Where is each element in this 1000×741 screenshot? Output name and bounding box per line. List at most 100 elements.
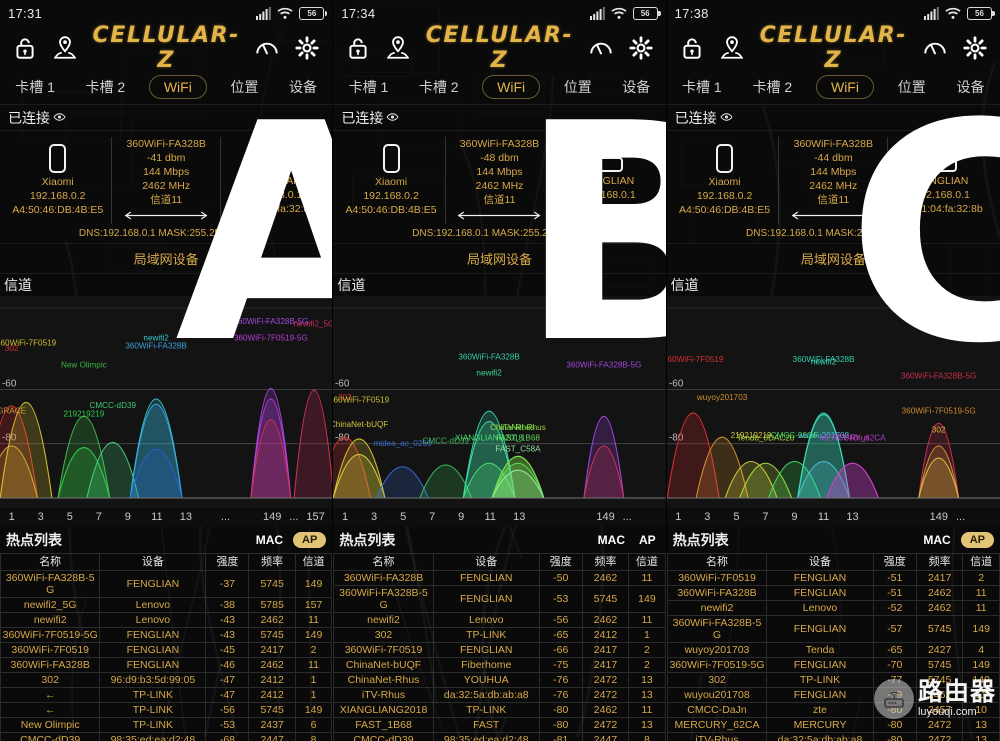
table-row[interactable]: 360WiFi-7F0519-5G FENGLIAN -70 5745 149 [666,657,1000,673]
channel-chart[interactable]: -60 -80 302 360WiFi-7F0519 ChinaNet-bUQF mide… [333,296,666,508]
table-row[interactable]: FAST_1B68 FAST -80 2472 13 [333,717,666,733]
tab-item-4[interactable]: 设备 [282,74,324,100]
table-row[interactable]: wuyou201708 FENGLIAN -79 2462 11 [666,687,1000,703]
tab-item-0[interactable]: 卡槽 1 [675,74,729,100]
tab-item-1[interactable]: 卡槽 2 [746,74,800,100]
lan-devices-button[interactable]: 局域网设备 [333,244,666,274]
tab-wifi[interactable]: WiFi [148,75,207,99]
cell-vendor: Lenovo [432,612,540,628]
table-row[interactable]: 360WiFi-FA328B FENGLIAN -46 2462 11 [0,657,333,673]
table-row[interactable]: 360WiFi-FA328B-5G FENGLIAN -53 5745 149 [333,585,666,613]
gauge-button[interactable] [588,35,614,61]
table-row[interactable]: 360WiFi-7F0519-5G FENGLIAN -43 5745 149 [0,627,333,643]
svg-text:219219219: 219219219 [64,409,105,418]
cell-rssi: -45 [205,642,250,658]
settings-button[interactable] [628,35,654,61]
table-row[interactable]: iTV-Rhus da:32:5a:db:ab:a8 -80 2472 13 [666,732,1000,741]
settings-button[interactable] [294,35,320,61]
x-tick-label: 5 [400,511,407,523]
tab-item-0[interactable]: 卡槽 1 [342,74,396,100]
table-row[interactable]: ChinaNet-Rhus YOUHUA -76 2472 13 [333,672,666,688]
table-row[interactable]: newifi2 Lenovo -52 2462 11 [666,600,1000,616]
table-row[interactable]: ← TP-LINK -47 2412 1 [0,687,333,703]
cell-ssid: 360WiFi-7F0519 [0,642,101,658]
tab-item-4[interactable]: 设备 [615,74,657,100]
tab-item-1[interactable]: 卡槽 2 [412,74,466,100]
channel-chart[interactable]: -60 -80 302 GRACE 360WiFi-7F0519 219219219 New… [0,296,333,508]
tab-wifi[interactable]: WiFi [482,75,541,99]
ap-toggle[interactable]: AP [635,531,660,549]
table-row[interactable]: 360WiFi-FA328B FENGLIAN -51 2462 11 [666,585,1000,601]
client-ip: 192.168.0.2 [363,190,419,202]
link-freq: 2462 MHz [142,180,191,192]
cell-freq: 2462 [581,702,630,718]
lock-button[interactable] [345,35,371,61]
ap-toggle[interactable]: AP [293,531,327,548]
cell-channel: 1 [294,672,333,688]
eye-toggle[interactable] [717,110,736,126]
table-row[interactable]: 302 TP-LINK -65 2412 1 [333,627,666,643]
table-row[interactable]: XIANGLIANG2018 TP-LINK -80 2462 11 [333,702,666,718]
table-row[interactable]: CMCC-dD39 98:35:ed:ea:d2:48 -81 2447 8 [333,732,666,741]
table-row[interactable]: CMCC-dD39 98:35:ed:ea:d2:48 -68 2447 8 [0,732,333,741]
tab-item-0[interactable]: 卡槽 1 [8,74,62,100]
map-pin-button[interactable] [719,35,745,61]
channel-chart[interactable]: -60 -80 360WiFi-7F0519 wuyoy201703 219219219… [666,296,1000,508]
tab-wifi[interactable]: WiFi [815,75,874,99]
eye-toggle[interactable] [50,110,69,126]
lock-button[interactable] [679,35,705,61]
table-row[interactable]: 302 96:d9:b3:5d:99:05 -47 2412 1 [0,672,333,688]
tab-item-4[interactable]: 设备 [950,74,992,100]
lan-devices-button[interactable]: 局域网设备 [666,244,1000,274]
lock-button[interactable] [12,35,38,61]
mac-toggle[interactable]: MAC [923,533,950,547]
connected-label: 已连接 [341,109,384,126]
table-row[interactable]: 360WiFi-7F0519 FENGLIAN -66 2417 2 [333,642,666,658]
cell-freq: 2462 [581,570,630,586]
map-pin-icon [387,36,410,59]
cell-rssi: -43 [205,627,250,643]
table-row[interactable]: 302 TP-LINK -77 5745 149 [666,672,1000,688]
tab-item-3[interactable]: 位置 [891,74,933,100]
eye-toggle[interactable] [383,110,402,126]
gauge-icon [256,42,279,55]
cell-vendor: TP-LINK [99,702,207,718]
table-row[interactable]: 360WiFi-FA328B-5G FENGLIAN -37 5745 149 [0,570,333,598]
th-name: 名称 [666,553,768,571]
table-row[interactable]: CMCC-DaJn zte -80 2457 10 [666,702,1000,718]
cell-ssid: CMCC-DaJn [666,702,768,718]
th-device: 设备 [432,553,540,571]
gauge-icon [589,42,612,55]
table-row[interactable]: 360WiFi-FA328B-5G FENGLIAN -57 5745 149 [666,615,1000,643]
mac-toggle[interactable]: MAC [256,533,283,547]
link-channel: 信道11 [150,194,183,206]
router-name: FENGLIAN [915,175,969,187]
tab-item-3[interactable]: 位置 [557,74,599,100]
map-pin-button[interactable] [52,35,78,61]
mac-toggle[interactable]: MAC [598,533,625,547]
tab-item-1[interactable]: 卡槽 2 [79,74,133,100]
table-row[interactable]: newifi2 Lenovo -56 2462 11 [333,612,666,628]
th-name: 名称 [333,553,434,571]
table-row[interactable]: 360WiFi-7F0519 FENGLIAN -45 2417 2 [0,642,333,658]
table-row[interactable]: newifi2_5G Lenovo -38 5785 157 [0,597,333,613]
table-row[interactable]: 360WiFi-FA328B FENGLIAN -50 2462 11 [333,570,666,586]
lan-devices-button[interactable]: 局域网设备 [0,244,333,274]
table-row[interactable]: wuyoy201703 Tenda -65 2427 4 [666,642,1000,658]
gauge-button[interactable] [254,35,280,61]
svg-text:GRACE: GRACE [0,407,27,416]
settings-button[interactable] [962,35,988,61]
tab-item-3[interactable]: 位置 [223,74,265,100]
ap-toggle[interactable]: AP [960,531,994,548]
table-row[interactable]: iTV-Rhus da:32:5a:db:ab:a8 -76 2472 13 [333,687,666,703]
table-row[interactable]: newifi2 Lenovo -43 2462 11 [0,612,333,628]
table-row[interactable]: MERCURY_62CA MERCURY -80 2472 13 [666,717,1000,733]
table-row[interactable]: New Olimpic TP-LINK -53 2437 6 [0,717,333,733]
table-row[interactable]: 360WiFi-7F0519 FENGLIAN -51 2417 2 [666,570,1000,586]
cell-ssid: 360WiFi-FA328B [0,657,101,673]
panel-a: 17:31 56 CELLULAR-Z 卡槽 1 卡槽 2 WiFi 位置 设备 已连接 Xiao… [0,0,334,741]
table-row[interactable]: ← TP-LINK -56 5745 149 [0,702,333,718]
table-row[interactable]: ChinaNet-bUQF Fiberhome -75 2417 2 [333,657,666,673]
map-pin-button[interactable] [385,35,411,61]
gauge-button[interactable] [922,35,948,61]
